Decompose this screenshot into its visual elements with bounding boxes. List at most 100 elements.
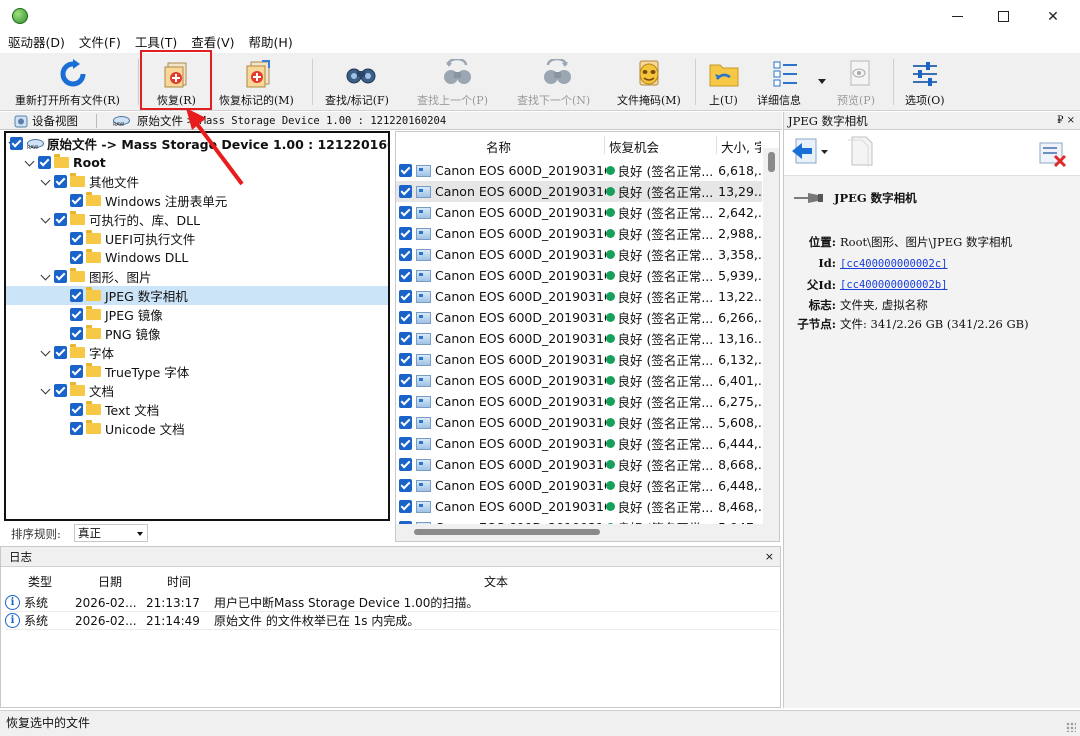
find-mark-button[interactable]: 查找/标记(F)	[320, 53, 402, 111]
tree-checkbox[interactable]	[70, 194, 83, 207]
expand-chevron-icon[interactable]	[24, 157, 36, 169]
breadcrumb-path[interactable]: 原始文件 > Mass Storage Device 1.00 : 121220…	[112, 113, 446, 129]
log-header-date[interactable]: 日期	[98, 573, 122, 590]
tree-node[interactable]: 可执行的、库、DLL	[6, 210, 388, 229]
tree-node[interactable]: Root	[6, 153, 388, 172]
options-button[interactable]: 选项(O)	[900, 53, 950, 111]
file-checkbox[interactable]	[399, 185, 412, 198]
device-view-tab[interactable]: 设备视图	[14, 113, 78, 129]
file-row[interactable]: Canon EOS 600D_20190316... 良好 (签名正常... 6,4…	[396, 433, 762, 454]
menu-help[interactable]: 帮助(H)	[241, 33, 299, 53]
file-row[interactable]: Canon EOS 600D_20190316... 良好 (签名正常... 5,9…	[396, 265, 762, 286]
file-row[interactable]: Canon EOS 600D_20190316... 良好 (签名正常... 13,…	[396, 286, 762, 307]
file-checkbox[interactable]	[399, 458, 412, 471]
tree-checkbox[interactable]	[38, 156, 51, 169]
log-close-icon[interactable]: ×	[765, 547, 774, 567]
tree-node[interactable]: JPEG 数字相机	[6, 286, 388, 305]
file-checkbox[interactable]	[399, 290, 412, 303]
file-row[interactable]: Canon EOS 600D_20190316... 良好 (签名正常... 2,6…	[396, 202, 762, 223]
file-row[interactable]: Canon EOS 600D_20190316... 良好 (签名正常... 6,1…	[396, 349, 762, 370]
file-checkbox[interactable]	[399, 248, 412, 261]
log-header-text[interactable]: 文本	[484, 573, 508, 590]
log-header-time[interactable]: 时间	[167, 573, 191, 590]
tree-node[interactable]: TrueType 字体	[6, 362, 388, 381]
restore-marked-button[interactable]: 恢复标记的(M)	[214, 53, 304, 111]
tree-checkbox[interactable]	[54, 175, 67, 188]
file-checkbox[interactable]	[399, 353, 412, 366]
maximize-button[interactable]	[980, 0, 1026, 33]
file-row[interactable]: Canon EOS 600D_20190316... 良好 (签名正常... 6,4…	[396, 370, 762, 391]
horizontal-scrollbar[interactable]	[396, 524, 779, 541]
menu-file[interactable]: 文件(F)	[71, 33, 127, 53]
file-row[interactable]: Canon EOS 600D_20190316... 良好 (签名正常... 8,6…	[396, 454, 762, 475]
tree-node[interactable]: JPEG 镜像	[6, 305, 388, 324]
file-mask-button[interactable]: 文件掩码(M)	[612, 53, 686, 111]
file-checkbox[interactable]	[399, 479, 412, 492]
scrollbar-thumb[interactable]	[768, 152, 775, 172]
close-button[interactable]: ✕	[1030, 0, 1076, 33]
expand-chevron-icon[interactable]	[40, 214, 52, 226]
log-row[interactable]: i 系统 2026-02... 21:13:17 用户已中断Mass Storage D…	[5, 594, 779, 612]
tree-checkbox[interactable]	[54, 346, 67, 359]
tree-node[interactable]: PNG 镜像	[6, 324, 388, 343]
details-button[interactable]: 详细信息	[752, 53, 826, 111]
find-prev-button[interactable]: 查找上一个(P)	[412, 53, 502, 111]
file-row[interactable]: Canon EOS 600D_20190316... 良好 (签名正常... 8,4…	[396, 496, 762, 517]
file-row[interactable]: Canon EOS 600D_20190316... 良好 (签名正常... 6,6…	[396, 160, 762, 181]
file-row[interactable]: Canon EOS 600D_20190316... 良好 (签名正常... 13,…	[396, 328, 762, 349]
reopen-all-button[interactable]: 重新打开所有文件(R)	[10, 53, 135, 111]
tree-checkbox[interactable]	[10, 137, 23, 150]
file-row[interactable]: Canon EOS 600D_20190316... 良好 (签名正常... 6,4…	[396, 475, 762, 496]
file-row[interactable]: Canon EOS 600D_20190316... 良好 (签名正常... 13,…	[396, 181, 762, 202]
column-header-name[interactable]: 名称	[486, 137, 511, 156]
pin-close-icon[interactable]: ₽ ×	[1057, 112, 1075, 130]
tree-checkbox[interactable]	[70, 251, 83, 264]
file-checkbox[interactable]	[399, 395, 412, 408]
file-checkbox[interactable]	[399, 164, 412, 177]
up-button[interactable]: 上(U)	[703, 53, 745, 111]
expand-chevron-icon[interactable]	[40, 271, 52, 283]
file-checkbox[interactable]	[399, 227, 412, 240]
file-checkbox[interactable]	[399, 332, 412, 345]
parent-id-link[interactable]: [cc400000000002b]	[840, 279, 947, 291]
tree-node[interactable]: 图形、图片	[6, 267, 388, 286]
delete-list-icon[interactable]	[1038, 139, 1068, 169]
tree-node[interactable]: Windows DLL	[6, 248, 388, 267]
sort-select[interactable]: 真正	[74, 524, 148, 542]
tree-checkbox[interactable]	[70, 308, 83, 321]
file-checkbox[interactable]	[399, 311, 412, 324]
folder-tree[interactable]: 原始文件 -> Mass Storage Device 1.00 : 12122…	[4, 131, 390, 521]
resize-grip-icon[interactable]	[1066, 722, 1076, 732]
scrollbar-thumb[interactable]	[414, 529, 600, 535]
file-row[interactable]: Canon EOS 600D_20190316... 良好 (签名正常... 6,2…	[396, 391, 762, 412]
file-row[interactable]: Canon EOS 600D_20190316... 良好 (签名正常... 3,3…	[396, 244, 762, 265]
column-header-size[interactable]: 大小, 字	[721, 137, 761, 156]
expand-chevron-icon[interactable]	[40, 176, 52, 188]
tree-checkbox[interactable]	[70, 365, 83, 378]
tree-node[interactable]: Text 文档	[6, 400, 388, 419]
id-link[interactable]: [cc400000000002c]	[840, 258, 947, 270]
tree-node[interactable]: 文档	[6, 381, 388, 400]
tree-checkbox[interactable]	[70, 422, 83, 435]
tree-checkbox[interactable]	[70, 232, 83, 245]
file-row[interactable]: Canon EOS 600D_20190316... 良好 (签名正常... 5,6…	[396, 412, 762, 433]
tree-node[interactable]: UEFI可执行文件	[6, 229, 388, 248]
vertical-scrollbar[interactable]	[763, 148, 779, 524]
column-separator[interactable]	[604, 136, 605, 154]
file-checkbox[interactable]	[399, 374, 412, 387]
file-checkbox[interactable]	[399, 269, 412, 282]
menu-drives[interactable]: 驱动器(D)	[0, 33, 71, 53]
tree-checkbox[interactable]	[70, 403, 83, 416]
tree-node[interactable]: Windows 注册表单元	[6, 191, 388, 210]
expand-chevron-icon[interactable]	[40, 385, 52, 397]
tree-checkbox[interactable]	[70, 327, 83, 340]
preview-button[interactable]: 预览(P)	[832, 53, 886, 111]
tree-node[interactable]: 原始文件 -> Mass Storage Device 1.00 : 12122…	[6, 134, 388, 153]
file-row[interactable]: Canon EOS 600D_20190316... 良好 (签名正常... 2,9…	[396, 223, 762, 244]
details-dropdown-icon[interactable]	[818, 79, 826, 84]
tree-checkbox[interactable]	[54, 270, 67, 283]
tree-node[interactable]: 其他文件	[6, 172, 388, 191]
tree-checkbox[interactable]	[70, 289, 83, 302]
tree-checkbox[interactable]	[54, 384, 67, 397]
log-row[interactable]: i 系统 2026-02... 21:14:49 原始文件 的文件枚举已在 1s 内完成…	[5, 612, 779, 630]
